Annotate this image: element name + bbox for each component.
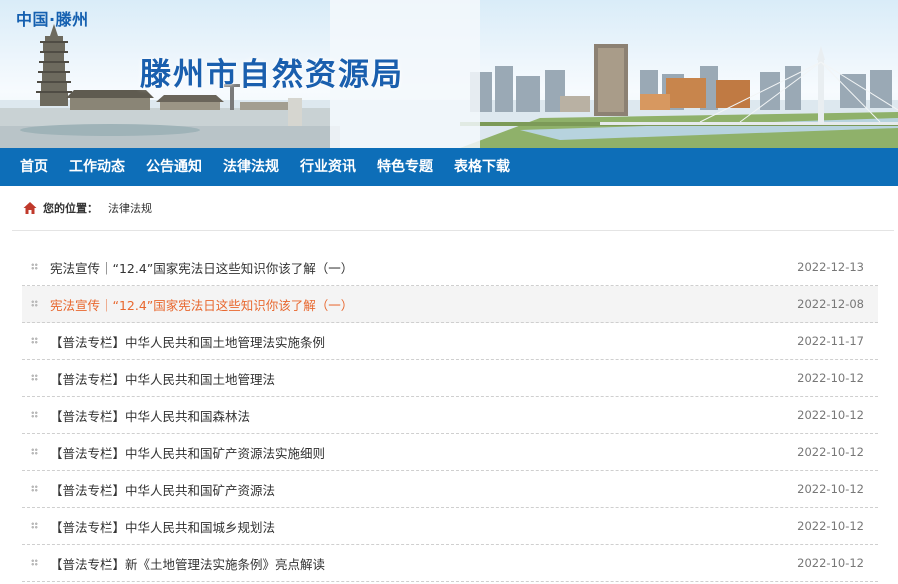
bullet-icon xyxy=(31,485,38,492)
list-item-title[interactable]: 【普法专栏】中华人民共和国矿产资源法实施细则 xyxy=(50,443,325,462)
list-item[interactable]: 【普法专栏】新《土地管理法实施条例》亮点解读 2022-10-12 xyxy=(22,545,878,582)
bullet-icon xyxy=(31,411,38,418)
list-item-date: 2022-11-17 xyxy=(797,334,864,348)
bullet-icon xyxy=(31,337,38,344)
list-item-title[interactable]: 【普法专栏】中华人民共和国土地管理法 xyxy=(50,369,275,388)
list-item-date: 2022-10-12 xyxy=(797,482,864,496)
list-item[interactable]: 【普法专栏】中华人民共和国土地管理法实施条例 2022-11-17 xyxy=(22,323,878,360)
list-item[interactable]: 【普法专栏】中华人民共和国土地管理法 2022-10-12 xyxy=(22,360,878,397)
list-item-title[interactable]: 【普法专栏】中华人民共和国城乡规划法 xyxy=(50,517,275,536)
list-item-title[interactable]: 【普法专栏】新《土地管理法实施条例》亮点解读 xyxy=(50,554,325,573)
main-nav: 首页 工作动态 公告通知 法律法规 行业资讯 特色专题 表格下载 xyxy=(0,148,898,186)
list-item-date: 2022-10-12 xyxy=(797,519,864,533)
home-icon[interactable] xyxy=(23,201,37,215)
article-list: 宪法宣传｜“12.4”国家宪法日这些知识你该了解（一） 2022-12-13 宪… xyxy=(22,249,878,582)
banner-scenery xyxy=(0,0,898,148)
list-item[interactable]: 【普法专栏】中华人民共和国矿产资源法实施细则 2022-10-12 xyxy=(22,434,878,471)
nav-item-announcements[interactable]: 公告通知 xyxy=(146,148,202,186)
nav-item-form-downloads[interactable]: 表格下载 xyxy=(454,148,510,186)
nav-item-industry-news[interactable]: 行业资讯 xyxy=(300,148,356,186)
list-item-date: 2022-10-12 xyxy=(797,445,864,459)
bullet-icon xyxy=(31,263,38,270)
site-logo[interactable]: 中国·滕州 xyxy=(16,6,89,30)
list-item[interactable]: 【普法专栏】中华人民共和国森林法 2022-10-12 xyxy=(22,397,878,434)
list-item-date: 2022-12-08 xyxy=(797,297,864,311)
nav-item-special-topics[interactable]: 特色专题 xyxy=(377,148,433,186)
list-item[interactable]: 宪法宣传｜“12.4”国家宪法日这些知识你该了解（一） 2022-12-08 xyxy=(22,286,878,323)
list-item-title[interactable]: 【普法专栏】中华人民共和国森林法 xyxy=(50,406,250,425)
bullet-icon xyxy=(31,374,38,381)
bullet-icon xyxy=(31,448,38,455)
bullet-icon xyxy=(31,300,38,307)
list-item[interactable]: 【普法专栏】中华人民共和国城乡规划法 2022-10-12 xyxy=(22,508,878,545)
breadcrumb: 您的位置： 法律法规 xyxy=(23,199,152,217)
bullet-icon xyxy=(31,559,38,566)
site-title: 滕州市自然资源局 xyxy=(140,57,404,93)
list-item[interactable]: 【普法专栏】中华人民共和国矿产资源法 2022-10-12 xyxy=(22,471,878,508)
list-item-date: 2022-10-12 xyxy=(797,556,864,570)
bullet-icon xyxy=(31,522,38,529)
list-item-title[interactable]: 宪法宣传｜“12.4”国家宪法日这些知识你该了解（一） xyxy=(50,295,353,314)
breadcrumb-current[interactable]: 法律法规 xyxy=(108,200,152,216)
list-item-title[interactable]: 【普法专栏】中华人民共和国矿产资源法 xyxy=(50,480,275,499)
divider xyxy=(12,230,894,231)
nav-item-laws[interactable]: 法律法规 xyxy=(223,148,279,186)
header-banner: 中国·滕州 滕州市自然资源局 xyxy=(0,0,898,148)
list-item-date: 2022-12-13 xyxy=(797,260,864,274)
list-item-title[interactable]: 宪法宣传｜“12.4”国家宪法日这些知识你该了解（一） xyxy=(50,258,353,277)
list-item[interactable]: 宪法宣传｜“12.4”国家宪法日这些知识你该了解（一） 2022-12-13 xyxy=(22,249,878,286)
nav-item-home[interactable]: 首页 xyxy=(20,148,48,186)
breadcrumb-label: 您的位置： xyxy=(43,202,98,215)
list-item-date: 2022-10-12 xyxy=(797,408,864,422)
list-item-title[interactable]: 【普法专栏】中华人民共和国土地管理法实施条例 xyxy=(50,332,325,351)
nav-item-work-news[interactable]: 工作动态 xyxy=(69,148,125,186)
list-item-date: 2022-10-12 xyxy=(797,371,864,385)
